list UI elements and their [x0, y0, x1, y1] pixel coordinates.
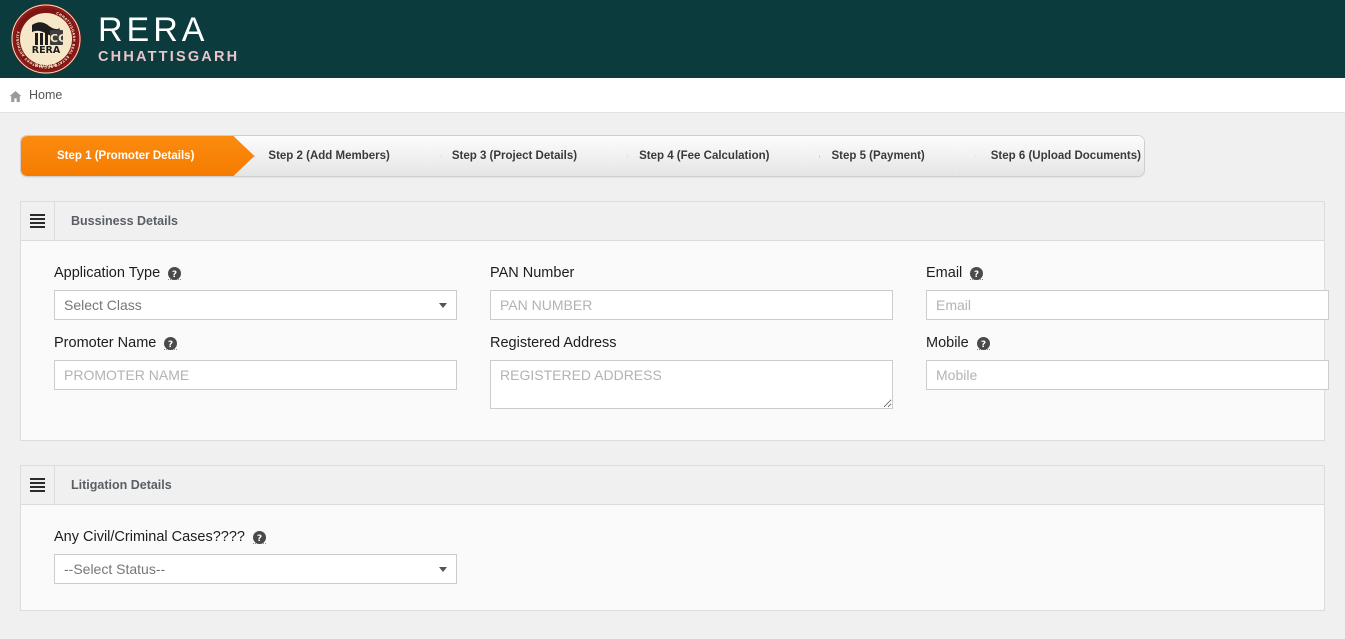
wizard-step-4-label: Step 4 (Fee Calculation) [639, 150, 770, 162]
civil-criminal-cases-label: Any Civil/Criminal Cases???? [54, 529, 245, 545]
pan-number-label: PAN Number [490, 265, 575, 281]
svg-text:RERA: RERA [32, 45, 61, 56]
wizard-step-2-label: Step 2 (Add Members) [268, 150, 390, 162]
field-pan-number: PAN Number [490, 263, 893, 320]
brand-block: RERA CHHATTISGARH [98, 13, 239, 65]
page-body: Step 1 (Promoter Details) Step 2 (Add Me… [0, 113, 1345, 639]
wizard-step-6[interactable]: Step 6 (Upload Documents) [954, 136, 1144, 176]
litigation-form-row-1: Any Civil/Criminal Cases???? ? --Select … [54, 527, 1291, 584]
promoter-name-label-row: Promoter Name ? [54, 333, 457, 353]
business-panel-body: Application Type ? Select Class PAN Numb… [21, 241, 1329, 440]
question-circle-icon[interactable]: ? [976, 336, 990, 350]
field-mobile: Mobile ? [926, 333, 1329, 414]
wizard-step-3-label: Step 3 (Project Details) [451, 150, 578, 162]
litigation-panel-title: Litigation Details [71, 478, 172, 492]
application-type-label: Application Type [54, 265, 161, 281]
hamburger-grip-icon[interactable] [21, 466, 55, 504]
registered-address-label: Registered Address [490, 335, 617, 351]
question-circle-icon[interactable]: ? [168, 266, 182, 280]
field-civil-criminal-cases: Any Civil/Criminal Cases???? ? --Select … [54, 527, 457, 584]
wizard-step-1-label: Step 1 (Promoter Details) [57, 150, 195, 162]
question-circle-icon[interactable]: ? [970, 266, 984, 280]
promoter-name-label: Promoter Name [54, 335, 157, 351]
field-registered-address: Registered Address [490, 333, 893, 414]
home-icon [9, 90, 22, 103]
business-panel-title: Bussiness Details [71, 214, 178, 228]
email-input[interactable] [926, 290, 1329, 320]
civil-criminal-cases-select-wrap: --Select Status-- [54, 554, 457, 584]
business-panel-header: Bussiness Details [21, 202, 1324, 241]
svg-text:?: ? [168, 340, 173, 350]
registered-address-textarea[interactable] [490, 360, 893, 409]
svg-text:?: ? [257, 534, 262, 544]
wizard-step-4[interactable]: Step 4 (Fee Calculation) [607, 136, 800, 176]
breadcrumb: Home [0, 78, 1345, 113]
brand-subtitle: CHHATTISGARH [98, 49, 240, 66]
cg-rera-emblem-icon[interactable]: CG RERA RAIPUR CHHATTISGARH REAL ESTATE … [10, 3, 82, 75]
litigation-panel-body: Any Civil/Criminal Cases???? ? --Select … [21, 505, 1324, 610]
question-circle-icon[interactable]: ? [253, 530, 266, 544]
field-application-type: Application Type ? Select Class [54, 263, 457, 320]
svg-text:?: ? [974, 270, 979, 280]
civil-criminal-cases-select[interactable]: --Select Status-- [54, 554, 457, 584]
mobile-label-row: Mobile ? [926, 333, 1329, 353]
site-header: CG RERA RAIPUR CHHATTISGARH REAL ESTATE … [0, 0, 1345, 78]
civil-criminal-cases-label-row: Any Civil/Criminal Cases???? ? [54, 527, 457, 547]
field-email: Email ? [926, 263, 1329, 320]
breadcrumb-item-home[interactable]: Home [29, 88, 62, 102]
wizard-step-3[interactable]: Step 3 (Project Details) [419, 136, 608, 176]
application-type-select-wrap: Select Class [54, 290, 457, 320]
wizard-step-6-label: Step 6 (Upload Documents) [990, 150, 1141, 162]
promoter-name-input[interactable] [54, 360, 457, 390]
registered-address-label-row: Registered Address [490, 333, 893, 353]
email-label-row: Email ? [926, 263, 1329, 283]
svg-text:?: ? [981, 340, 986, 350]
field-promoter-name: Promoter Name ? [54, 333, 457, 414]
wizard-step-5-label: Step 5 (Payment) [831, 150, 925, 162]
business-details-panel: Bussiness Details Application Type ? Sel… [20, 201, 1329, 441]
mobile-input[interactable] [926, 360, 1329, 390]
wizard-step-1[interactable]: Step 1 (Promoter Details) [21, 136, 235, 176]
business-form-row-1: Application Type ? Select Class PAN Numb… [54, 263, 1329, 320]
application-type-label-row: Application Type ? [54, 263, 457, 283]
litigation-panel-header: Litigation Details [21, 466, 1324, 505]
litigation-details-panel: Litigation Details Any Civil/Criminal Ca… [20, 465, 1325, 611]
brand-title: RERA [98, 11, 209, 50]
question-circle-icon[interactable]: ? [164, 336, 178, 350]
svg-text:CG: CG [50, 32, 67, 45]
wizard-step-2[interactable]: Step 2 (Add Members) [234, 136, 420, 176]
pan-number-input[interactable] [490, 290, 893, 320]
mobile-label: Mobile [926, 335, 969, 351]
business-form-row-2: Promoter Name ? Registered Address [54, 333, 1329, 414]
step-wizard: Step 1 (Promoter Details) Step 2 (Add Me… [20, 135, 1145, 177]
row-spacer [54, 320, 1291, 333]
pan-number-label-row: PAN Number [490, 263, 893, 283]
email-label: Email [926, 265, 963, 281]
hamburger-grip-icon[interactable] [21, 202, 55, 240]
svg-text:?: ? [172, 270, 177, 280]
application-type-select[interactable]: Select Class [54, 290, 457, 320]
wizard-step-5[interactable]: Step 5 (Payment) [799, 136, 955, 176]
